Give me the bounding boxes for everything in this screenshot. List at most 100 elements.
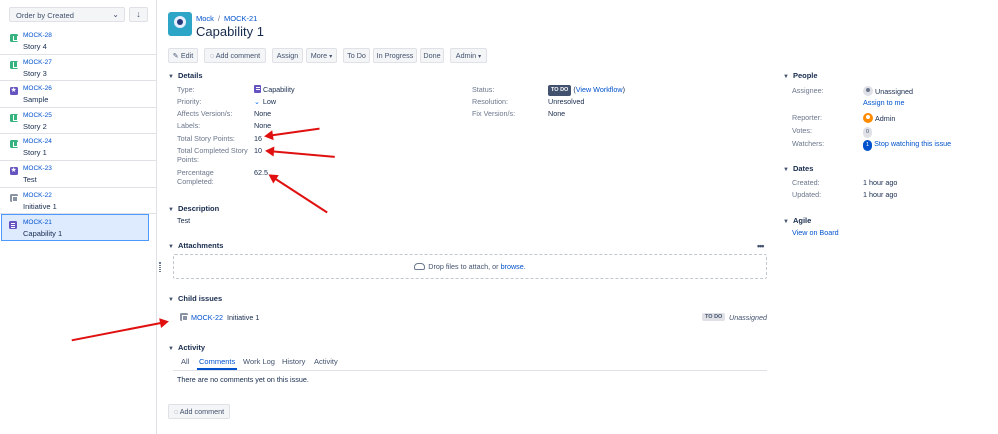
page-title: Capability 1 [196, 24, 264, 39]
labels-label: Labels: [177, 121, 201, 130]
list-item[interactable]: MOCK-23 Test [0, 161, 157, 188]
tab-activity[interactable]: Activity [314, 357, 338, 366]
order-by-select[interactable]: Order by Created ⌄ [9, 7, 125, 22]
breadcrumb-issue-key[interactable]: MOCK-21 [224, 14, 257, 23]
admin-button[interactable]: Admin ▾ [450, 48, 487, 63]
resolution-label: Resolution: [472, 97, 508, 106]
annotation-arrow [266, 127, 320, 137]
project-avatar[interactable] [168, 12, 192, 36]
avatar [863, 86, 873, 96]
list-item[interactable]: MOCK-22 Initiative 1 [0, 188, 157, 215]
list-item[interactable]: MOCK-26 Sample [0, 81, 157, 108]
view-on-board-text[interactable]: View on Board [792, 228, 839, 237]
avatar [863, 113, 873, 123]
issue-summary: Capability 1 [23, 229, 63, 239]
initiative-icon [180, 313, 188, 321]
breadcrumb: Mock / MOCK-21 [196, 14, 257, 23]
add-comment-label: Add comment [179, 407, 225, 416]
issue-key[interactable]: MOCK-23 [23, 165, 52, 172]
issue-key[interactable]: MOCK-26 [23, 85, 52, 92]
tabs-divider [173, 370, 767, 371]
priority-label: Priority: [177, 97, 202, 106]
more-button[interactable]: More ▾ [306, 48, 337, 63]
issue-summary: Sample [23, 95, 49, 105]
votes-value[interactable]: 0 [863, 126, 873, 138]
issue-key[interactable]: MOCK-25 [23, 112, 52, 119]
issue-key[interactable]: MOCK-28 [23, 32, 52, 39]
agile-heading[interactable]: ▼ Agile [783, 216, 811, 225]
view-workflow-link[interactable]: View Workflow [576, 85, 623, 94]
description-text[interactable]: Test [177, 216, 190, 225]
pct-label-line-2: Completed: [177, 177, 214, 186]
collapse-triangle-icon: ▼ [168, 74, 174, 80]
resize-handle[interactable] [159, 262, 161, 272]
more-options-icon[interactable]: ••• [757, 241, 765, 251]
tab-all[interactable]: All [181, 357, 189, 366]
assign-button[interactable]: Assign [272, 48, 303, 63]
list-item[interactable]: MOCK-25 Story 2 [0, 108, 157, 135]
admin-label: Admin [455, 51, 477, 60]
done-button[interactable]: Done [420, 48, 444, 63]
add-comment-button-bottom[interactable]: ◌ Add comment [168, 404, 230, 419]
list-item-selected[interactable]: MOCK-21 Capability 1 [1, 214, 149, 241]
status-value: TO DO (View Workflow) [548, 85, 625, 96]
issue-key[interactable]: MOCK-21 [23, 219, 52, 226]
tab-work-log[interactable]: Work Log [243, 357, 275, 366]
created-label: Created: [792, 178, 820, 187]
total-story-points-value: 16 [254, 134, 262, 143]
reporter-label: Reporter: [792, 113, 822, 122]
tab-comments[interactable]: Comments [199, 357, 235, 366]
collapse-triangle-icon: ▼ [783, 74, 789, 80]
details-heading[interactable]: ▼ Details [168, 71, 203, 80]
initiative-icon [10, 193, 18, 202]
people-heading[interactable]: ▼ People [783, 71, 818, 80]
breadcrumb-project[interactable]: Mock [196, 14, 214, 23]
list-item[interactable]: MOCK-27 Story 3 [0, 55, 157, 82]
list-item[interactable]: MOCK-28 Story 4 [0, 28, 157, 55]
issue-key[interactable]: MOCK-27 [23, 59, 52, 66]
watchers-count-badge[interactable]: 1 [863, 140, 873, 151]
view-on-board-link[interactable]: View on Board [792, 228, 839, 237]
issue-key[interactable]: MOCK-22 [23, 192, 52, 199]
child-issue-row[interactable]: MOCK-22 Initiative 1 TO DO Unassigned [180, 312, 767, 324]
stop-watching-link[interactable]: Stop watching this issue [874, 139, 951, 148]
child-assignee: Unassigned [729, 313, 767, 322]
add-comment-button[interactable]: ◌ Add comment [204, 48, 266, 63]
tab-history[interactable]: History [282, 357, 305, 366]
list-item[interactable]: MOCK-24 Story 1 [0, 134, 157, 161]
child-issues-heading-text: Child issues [177, 294, 223, 303]
assignee-label: Assignee: [792, 86, 824, 95]
percentage-completed-label: Percentage Completed: [177, 168, 214, 186]
total-completed-story-points-label: Total Completed Story Points: [177, 146, 248, 164]
total-completed-story-points-value: 10 [254, 146, 262, 155]
reporter-value: Admin [863, 113, 895, 123]
edit-button[interactable]: ✎ Edit [168, 48, 198, 63]
child-issues-heading[interactable]: ▼ Child issues [168, 294, 222, 303]
attachments-heading-text: Attachments [177, 241, 224, 250]
people-heading-text: People [792, 71, 818, 80]
total-story-points-label: Total Story Points: [177, 134, 235, 143]
issue-navigator: Order by Created ⌄ ↓ MOCK-28 Story 4 MOC… [0, 0, 157, 434]
order-direction-button[interactable]: ↓ [129, 7, 148, 22]
attachment-dropzone[interactable]: Drop files to attach, or browse. [173, 254, 767, 279]
fix-versions-label: Fix Version/s: [472, 109, 516, 118]
capability-icon [9, 221, 17, 230]
browse-link[interactable]: browse. [501, 262, 526, 271]
priority-value-text: Low [262, 97, 277, 106]
attachments-heading[interactable]: ▼ Attachments [168, 241, 223, 250]
votes-label: Votes: [792, 126, 812, 135]
description-heading[interactable]: ▼ Description [168, 204, 219, 213]
affects-versions-value: None [254, 109, 272, 118]
child-issue-key[interactable]: MOCK-22 [191, 313, 223, 322]
dates-heading[interactable]: ▼ Dates [783, 164, 813, 173]
activity-heading[interactable]: ▼ Activity [168, 343, 205, 352]
epic-icon [10, 86, 18, 96]
add-comment-label: Add comment [215, 51, 261, 60]
to-do-button[interactable]: To Do [343, 48, 370, 63]
collapse-triangle-icon: ▼ [168, 297, 174, 303]
assign-to-me-link[interactable]: Assign to me [863, 98, 905, 107]
child-status-badge: TO DO [702, 313, 726, 321]
assign-to-me-text[interactable]: Assign to me [863, 98, 905, 107]
issue-key[interactable]: MOCK-24 [23, 138, 52, 145]
in-progress-button[interactable]: In Progress [373, 48, 417, 63]
